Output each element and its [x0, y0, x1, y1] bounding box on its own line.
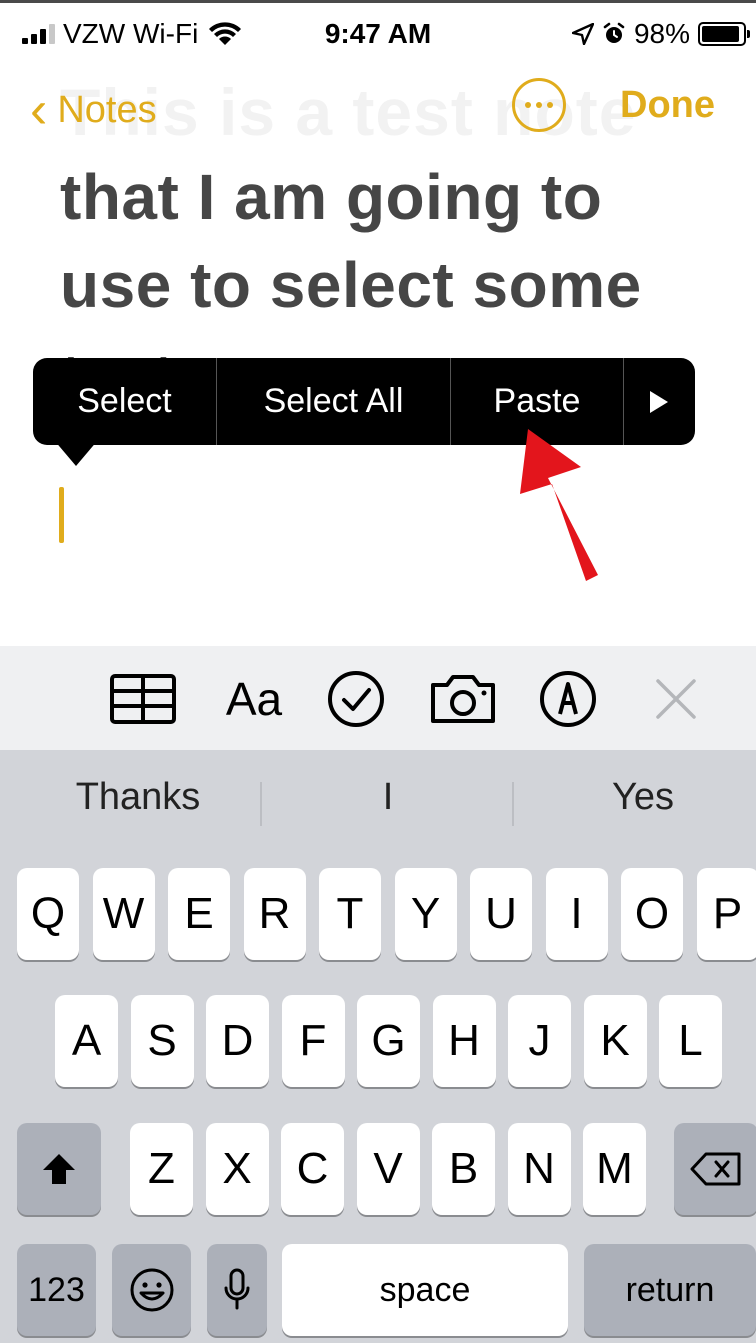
key-c[interactable]: C: [281, 1123, 344, 1215]
key-n[interactable]: N: [507, 1123, 571, 1215]
emoji-key[interactable]: [112, 1244, 191, 1336]
key-u[interactable]: U: [470, 868, 532, 960]
key-k[interactable]: K: [583, 995, 647, 1087]
table-icon[interactable]: [108, 670, 178, 728]
shift-arrow-icon: [43, 1154, 75, 1184]
suggestion-yes[interactable]: Yes: [545, 776, 741, 819]
key-o[interactable]: O: [621, 868, 683, 960]
key-a[interactable]: A: [55, 995, 118, 1087]
dictation-key[interactable]: [207, 1244, 267, 1336]
key-q[interactable]: Q: [17, 868, 79, 960]
keyboard-toolbar: Aa: [0, 646, 756, 750]
close-icon[interactable]: [652, 670, 700, 728]
key-m[interactable]: M: [583, 1123, 646, 1215]
camera-icon[interactable]: [428, 670, 498, 728]
shift-key[interactable]: [17, 1123, 101, 1215]
key-g[interactable]: G: [357, 995, 420, 1087]
numbers-key[interactable]: 123: [17, 1244, 96, 1336]
key-w[interactable]: W: [92, 868, 155, 960]
key-j[interactable]: J: [508, 995, 571, 1087]
return-key[interactable]: return: [584, 1244, 756, 1336]
suggestion-i[interactable]: I: [290, 776, 486, 819]
key-v[interactable]: V: [356, 1123, 420, 1215]
text-format-icon[interactable]: Aa: [218, 670, 290, 728]
key-x[interactable]: X: [205, 1123, 269, 1215]
microphone-icon: [224, 1268, 250, 1310]
suggestion-thanks[interactable]: Thanks: [40, 776, 236, 819]
backspace-icon: [690, 1152, 741, 1186]
emoji-icon: [130, 1268, 173, 1312]
key-r[interactable]: R: [243, 868, 306, 960]
suggestion-divider: [260, 782, 262, 826]
key-d[interactable]: D: [206, 995, 269, 1087]
key-e[interactable]: E: [168, 868, 230, 960]
key-s[interactable]: S: [130, 995, 194, 1087]
checklist-icon[interactable]: [326, 670, 386, 728]
markup-pen-icon[interactable]: [538, 670, 598, 728]
suggestion-divider: [512, 782, 514, 826]
delete-key[interactable]: [674, 1123, 756, 1215]
key-f[interactable]: F: [281, 995, 345, 1087]
keyboard: Thanks I Yes QWERTYUIOP ASDFGHJKL ZXCVBN…: [0, 750, 756, 1343]
key-p[interactable]: P: [696, 868, 756, 960]
space-key[interactable]: space: [282, 1244, 568, 1336]
key-t[interactable]: T: [319, 868, 381, 960]
key-z[interactable]: Z: [130, 1123, 193, 1215]
key-h[interactable]: H: [432, 995, 496, 1087]
key-l[interactable]: L: [659, 995, 722, 1087]
key-y[interactable]: Y: [394, 868, 457, 960]
key-b[interactable]: B: [432, 1123, 495, 1215]
red-annotation-arrow: [520, 429, 598, 581]
key-i[interactable]: I: [545, 868, 608, 960]
